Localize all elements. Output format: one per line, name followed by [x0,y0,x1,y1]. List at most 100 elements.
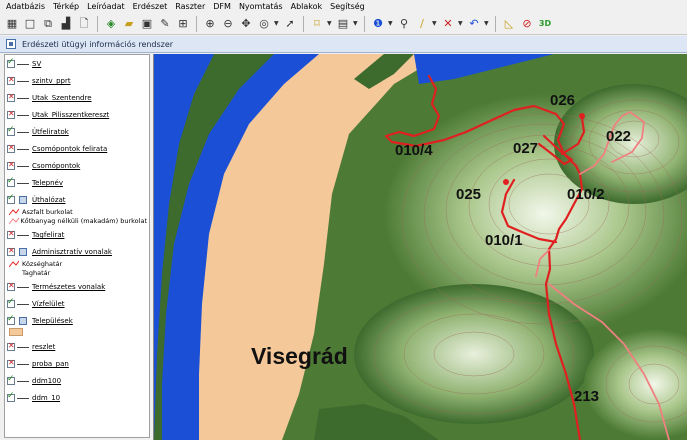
new-map-icon[interactable]: □ [22,16,38,32]
layer-checkbox[interactable] [7,374,15,385]
layer-item[interactable]: Tagfelirat [7,229,147,241]
layer-item[interactable]: Utak_Pilisszentkereszt [7,109,147,121]
layer-name: proba_pan [32,360,69,368]
menu-item[interactable]: Nyomtatás [235,0,287,13]
save-icon[interactable]: ▣ [139,16,155,32]
compass-icon[interactable]: ⊘ [519,16,535,32]
layer-item[interactable]: Telepnév [7,176,147,189]
open-folder-icon[interactable]: ▰ [121,16,137,32]
info-icon[interactable]: ❶ [370,16,386,32]
layer-name: szintv_pprt [32,77,71,85]
toolbar: ▦ □ ⧉ ▟ 🗋 ◈ ▰ ▣ ✎ ⊞ ⊕ ⊖ ✥ ◎ ▼ ➚ ⌑ ▼ ▤ ▼ … [0,13,687,35]
layer-symbol-icon [16,179,30,187]
layer-item[interactable]: Utak_Szentendre [7,92,147,104]
pencil-icon[interactable]: ∕ [414,16,430,32]
undo-icon[interactable]: ↶ [466,16,482,32]
map-canvas[interactable]: 010/4 026 022 027 025 010/2 010/1 213 Vi… [153,54,687,440]
layer-item[interactable]: SV [7,57,147,70]
layer-checkbox[interactable] [7,314,15,325]
layer-item[interactable]: Vízfelület [7,297,147,310]
select-icon[interactable]: ➚ [282,16,298,32]
chevron-down-icon[interactable]: ▼ [458,20,464,27]
layer-item[interactable]: proba_pan [7,358,147,370]
layer-item[interactable]: Csomópontok felirata [7,143,147,155]
layer-symbol-icon [16,128,30,136]
layer-checkbox[interactable] [7,143,15,153]
layer-item[interactable]: Útfeliratok [7,125,147,138]
layer-item[interactable]: szintv_pprt [7,75,147,87]
layer-symbol-icon [16,111,30,119]
hill-relief [354,284,594,424]
layer-checkbox[interactable] [7,92,15,102]
map-label-027: 027 [513,140,539,157]
map-drawing [154,54,687,440]
layer-checkbox[interactable] [7,125,15,136]
layer-item[interactable]: Települések [7,314,147,327]
query-icon[interactable]: ◎ [256,16,272,32]
zoom-out-icon[interactable]: ⊖ [220,16,236,32]
layer-name: Útfeliratok [32,128,69,136]
chevron-down-icon[interactable]: ▼ [432,20,438,27]
zoom-in-icon[interactable]: ⊕ [202,16,218,32]
layer-item[interactable]: Csomópontok [7,160,147,172]
measure-icon[interactable]: ◺ [501,16,517,32]
layer-checkbox[interactable] [7,358,15,368]
grid-icon[interactable]: ▦ [4,16,20,32]
layer-name: Úthalózat [32,196,66,204]
chevron-down-icon[interactable]: ▼ [484,20,490,27]
pan-icon[interactable]: ✥ [238,16,254,32]
menu-item[interactable]: Leíróadat [83,0,129,13]
menu-item[interactable]: Adatbázis [2,0,49,13]
layer-checkbox[interactable] [7,229,15,239]
legend-entry: Aszfalt burkolat [7,207,147,216]
chevron-down-icon[interactable]: ▼ [274,20,280,27]
delete-icon[interactable]: ✕ [440,16,456,32]
toolbar-separator [97,15,98,32]
layer-group-icon [16,196,30,204]
chevron-down-icon[interactable]: ▼ [327,20,333,27]
layer-checkbox[interactable] [7,246,15,256]
layer-checkbox[interactable] [7,193,15,204]
layer-symbol-icon [16,145,30,153]
chevron-down-icon[interactable]: ▼ [353,20,359,27]
chevron-down-icon[interactable]: ▼ [388,20,394,27]
window-icon[interactable]: ⧉ [40,16,56,32]
map-label-026: 026 [550,92,576,109]
menu-item[interactable]: DFM [209,0,235,13]
layer-symbol-icon [16,283,30,291]
layer-symbol-icon [16,60,30,68]
marker-icon[interactable]: ⌑ [309,16,325,32]
layer-checkbox[interactable] [7,75,15,85]
layer-checkbox[interactable] [7,160,15,170]
stats-icon[interactable]: ▟ [58,16,74,32]
menu-item[interactable]: Segítség [326,0,369,13]
layers-icon[interactable]: ◈ [103,16,119,32]
red-line-icon [9,208,19,216]
menu-item[interactable]: Ablakok [287,0,327,13]
layer-item[interactable]: ddm_10 [7,391,147,404]
layer-item[interactable]: Úthalózat [7,193,147,206]
layer-item[interactable]: ddm100 [7,374,147,387]
layer-checkbox[interactable] [7,57,15,68]
layer-checkbox[interactable] [7,341,15,351]
menu-item[interactable]: Erdészet [129,0,172,13]
legend-entry: Községhatár [7,259,147,268]
layer-checkbox[interactable] [7,281,15,291]
layer-item[interactable]: Adminisztratív vonalak [7,246,147,258]
layer-checkbox[interactable] [7,176,15,187]
find-icon[interactable]: ⚲ [396,16,412,32]
menu-item[interactable]: Térkép [49,0,83,13]
layer-name: Telepnév [32,179,63,187]
layer-checkbox[interactable] [7,391,15,402]
layer-item[interactable]: reszlet [7,341,147,353]
layer-item[interactable]: Természetes vonalak [7,281,147,293]
table-icon[interactable]: ⊞ [175,16,191,32]
print-preview-icon[interactable]: 🗋 [76,16,92,32]
3d-icon[interactable]: 3D [537,16,553,32]
edit-icon[interactable]: ✎ [157,16,173,32]
layer-name: ddm_10 [32,394,61,402]
menu-item[interactable]: Raszter [171,0,209,13]
layer-checkbox[interactable] [7,109,15,119]
map-settings-icon[interactable]: ▤ [335,16,351,32]
layer-checkbox[interactable] [7,297,15,308]
